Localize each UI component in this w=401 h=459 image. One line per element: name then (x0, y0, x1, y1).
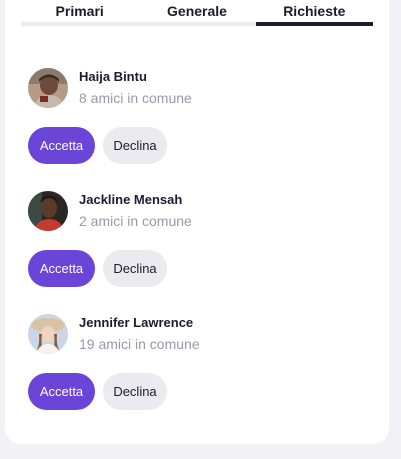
avatar-photo[interactable] (28, 68, 68, 108)
request-person: Jackline Mensah 2 amici in comune (28, 191, 368, 231)
person-name[interactable]: Jennifer Lawrence (79, 315, 200, 331)
tab-bar: Primari Generale Richieste (21, 0, 374, 26)
accept-button[interactable]: Accetta (28, 250, 95, 287)
person-name[interactable]: Jackline Mensah (79, 192, 192, 208)
tab-richieste[interactable]: Richieste (255, 0, 374, 26)
request-person: Haija Bintu 8 amici in comune (28, 68, 368, 108)
mutual-friends-count: 2 amici in comune (79, 213, 192, 229)
accept-button[interactable]: Accetta (28, 127, 95, 164)
decline-button[interactable]: Declina (103, 127, 167, 164)
request-actions: Accetta Declina (28, 373, 368, 410)
mutual-friends-count: 8 amici in comune (79, 90, 192, 106)
request-person: Jennifer Lawrence 19 amici in comune (28, 314, 368, 354)
request-actions: Accetta Declina (28, 127, 368, 164)
decline-button[interactable]: Declina (103, 373, 167, 410)
request-item: Jackline Mensah 2 amici in comune Accett… (28, 191, 368, 287)
request-item: Haija Bintu 8 amici in comune Accetta De… (28, 68, 368, 164)
request-item: Jennifer Lawrence 19 amici in comune Acc… (28, 314, 368, 410)
friend-requests-card: Primari Generale Richieste Haija Bintu 8… (5, 0, 389, 444)
mutual-friends-count: 19 amici in comune (79, 336, 200, 352)
avatar-photo[interactable] (28, 191, 68, 231)
tab-primari[interactable]: Primari (21, 0, 138, 22)
accept-button[interactable]: Accetta (28, 373, 95, 410)
decline-button[interactable]: Declina (103, 250, 167, 287)
avatar-photo[interactable] (28, 314, 68, 354)
person-name[interactable]: Haija Bintu (79, 69, 192, 85)
tab-generale[interactable]: Generale (138, 0, 255, 22)
request-actions: Accetta Declina (28, 250, 368, 287)
